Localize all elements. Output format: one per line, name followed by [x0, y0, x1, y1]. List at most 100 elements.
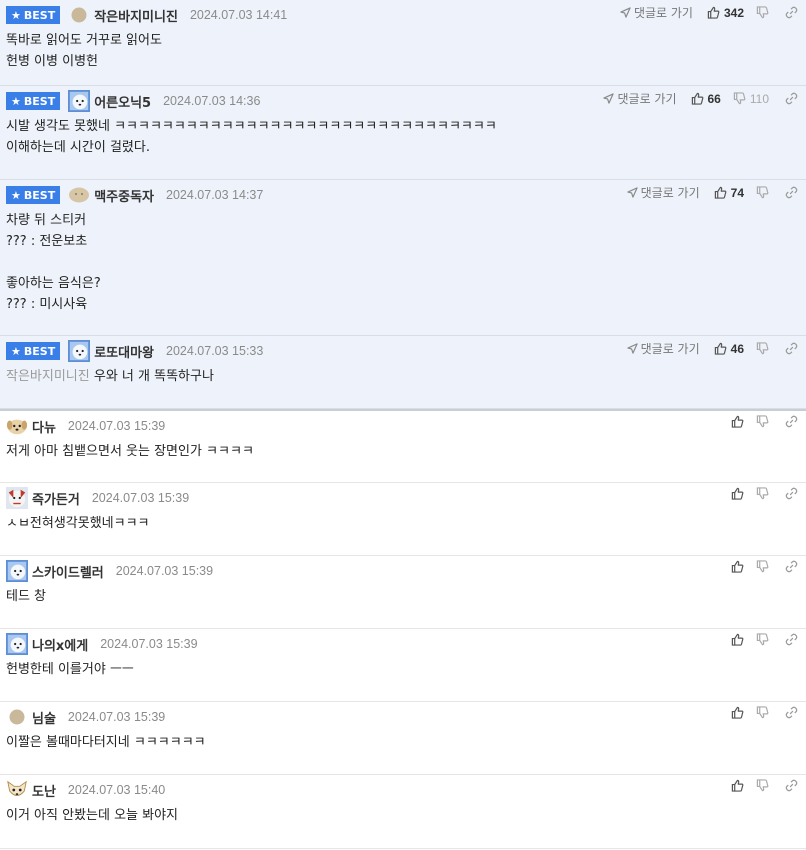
- dislike-button[interactable]: [756, 487, 769, 500]
- dislike-button[interactable]: [756, 186, 769, 199]
- dislike-button[interactable]: [756, 706, 769, 719]
- dislike-button[interactable]: [756, 779, 769, 792]
- thumbs-down-icon: [756, 342, 769, 355]
- comment-item: 다뉴 2024.07.03 15:39 저게 아마 침뱉으면서 웃는 장면인가 ㅋㅋ…: [0, 411, 806, 483]
- send-icon: [626, 187, 641, 198]
- author-nickname[interactable]: 맥주중독자: [94, 186, 154, 205]
- thumbs-down-icon: [756, 779, 769, 792]
- avatar[interactable]: [68, 340, 91, 362]
- mention-nickname[interactable]: 작은바지미니진: [6, 369, 90, 384]
- comment-item: ★ BEST 어른오닉5 2024.07.03 14:36 댓글로 가기 66 110 시발 …: [0, 86, 806, 180]
- thumbs-up-icon: [731, 487, 744, 500]
- author-nickname[interactable]: 어른오닉5: [94, 92, 151, 111]
- author-nickname[interactable]: 님술: [32, 708, 56, 727]
- avatar[interactable]: [6, 779, 28, 801]
- like-button[interactable]: 66: [691, 92, 721, 106]
- link-icon: [785, 633, 798, 646]
- comment-actions: 댓글로 가기 342: [620, 4, 798, 21]
- dislike-button[interactable]: [756, 415, 769, 428]
- copy-link-button[interactable]: [785, 415, 798, 428]
- go-to-reply-link[interactable]: 댓글로 가기: [620, 4, 693, 21]
- like-count: 46: [730, 341, 744, 356]
- best-label: BEST: [23, 8, 56, 22]
- star-icon: ★: [11, 344, 21, 358]
- copy-link-button[interactable]: [785, 92, 798, 105]
- link-icon: [785, 706, 798, 719]
- go-to-reply-link[interactable]: 댓글로 가기: [603, 90, 677, 107]
- avatar[interactable]: [68, 184, 90, 206]
- like-button[interactable]: [731, 415, 744, 428]
- dislike-button[interactable]: [756, 6, 769, 19]
- go-to-reply-link[interactable]: 댓글로 가기: [626, 184, 700, 201]
- author-nickname[interactable]: 다뉴: [32, 417, 56, 436]
- send-icon: [626, 343, 641, 354]
- thumbs-down-icon: [733, 92, 746, 105]
- avatar[interactable]: [6, 415, 28, 437]
- dislike-button[interactable]: [756, 342, 769, 355]
- like-button[interactable]: [731, 560, 744, 573]
- comment-body: ㅅㅂ전혀생각못했네ㅋㅋㅋ: [0, 513, 806, 542]
- comment-actions: [717, 415, 798, 428]
- comment-item: ★ BEST 로또대마왕 2024.07.03 15:33 댓글로 가기 46 작은바지미니…: [0, 336, 806, 409]
- thumbs-up-icon: [731, 706, 744, 719]
- comment-body: 테드 창: [0, 586, 806, 615]
- copy-link-button[interactable]: [785, 706, 798, 719]
- author-nickname[interactable]: 도난: [32, 781, 56, 800]
- comment-date: 2024.07.03 14:36: [163, 94, 261, 108]
- dislike-button[interactable]: [756, 633, 769, 646]
- avatar[interactable]: [68, 90, 91, 112]
- author-nickname[interactable]: 즉가든거: [32, 489, 80, 508]
- copy-link-button[interactable]: [785, 186, 798, 199]
- copy-link-button[interactable]: [785, 779, 798, 792]
- like-button[interactable]: [731, 779, 744, 792]
- comment-header: 스카이드렐러 2024.07.03 15:39: [0, 556, 806, 586]
- like-button[interactable]: 342: [707, 6, 744, 20]
- dislike-button[interactable]: [756, 560, 769, 573]
- comment-date: 2024.07.03 15:39: [67, 419, 166, 433]
- like-button[interactable]: [731, 487, 744, 500]
- copy-link-button[interactable]: [785, 342, 798, 355]
- thumbs-up-icon: [691, 92, 704, 105]
- best-badge: ★ BEST: [6, 92, 61, 110]
- thumbs-down-icon: [756, 415, 769, 428]
- author-nickname[interactable]: 나의x에게: [32, 635, 88, 654]
- link-icon: [785, 342, 798, 355]
- avatar[interactable]: [6, 706, 28, 728]
- author-nickname[interactable]: 작은바지미니진: [94, 6, 178, 25]
- comment-list: ★ BEST 작은바지미니진 2024.07.03 14:41 댓글로 가기 342 똑바로…: [0, 0, 806, 849]
- comment-actions: [717, 633, 798, 646]
- avatar[interactable]: [6, 633, 28, 655]
- comment-text: 시발 생각도 못했네 ㅋㅋㅋㅋㅋㅋㅋㅋㅋㅋㅋㅋㅋㅋㅋㅋㅋㅋㅋㅋㅋㅋㅋㅋㅋㅋㅋㅋㅋ…: [6, 119, 497, 155]
- comment-body: 똑바로 읽어도 거꾸로 읽어도 헌병 이병 이병헌: [0, 30, 806, 80]
- link-icon: [785, 779, 798, 792]
- copy-link-button[interactable]: [785, 6, 798, 19]
- comment-item: ★ BEST 작은바지미니진 2024.07.03 14:41 댓글로 가기 342 똑바로…: [0, 0, 806, 86]
- like-button[interactable]: 74: [714, 186, 744, 200]
- comment-body: 차량 뒤 스티커 ??? : 전운보초 좋아하는 음식은? ??? : 미시사육: [0, 210, 806, 323]
- copy-link-button[interactable]: [785, 560, 798, 573]
- like-button[interactable]: [731, 633, 744, 646]
- comment-header: 님술 2024.07.03 15:39: [0, 702, 806, 732]
- thumbs-up-icon: [731, 560, 744, 573]
- thumbs-down-icon: [756, 487, 769, 500]
- comment-header: 도난 2024.07.03 15:40: [0, 775, 806, 805]
- like-button[interactable]: [731, 706, 744, 719]
- comment-text: ㅅㅂ전혀생각못했네ㅋㅋㅋ: [6, 516, 150, 531]
- avatar[interactable]: [6, 560, 28, 582]
- go-to-reply-link[interactable]: 댓글로 가기: [626, 340, 700, 357]
- like-button[interactable]: 46: [714, 342, 744, 356]
- copy-link-button[interactable]: [785, 487, 798, 500]
- comment-item: 님술 2024.07.03 15:39 이짤은 볼때마다터지네 ㅋㅋㅋㅋㅋㅋ: [0, 702, 806, 775]
- author-nickname[interactable]: 로또대마왕: [94, 342, 154, 361]
- copy-link-button[interactable]: [785, 633, 798, 646]
- comment-text: 똑바로 읽어도 거꾸로 읽어도 헌병 이병 이병헌: [6, 33, 162, 69]
- avatar[interactable]: [6, 487, 28, 509]
- comment-item: ★ BEST 맥주중독자 2024.07.03 14:37 댓글로 가기 74 차량 뒤 스…: [0, 180, 806, 336]
- author-nickname[interactable]: 스카이드렐러: [32, 562, 104, 581]
- comment-item: 나의x에게 2024.07.03 15:39 헌병한테 이를거야 ㅡㅡ: [0, 629, 806, 702]
- go-to-reply-label: 댓글로 가기: [640, 342, 700, 356]
- avatar[interactable]: [68, 4, 90, 26]
- comment-actions: [717, 487, 798, 500]
- dislike-button[interactable]: 110: [733, 92, 769, 106]
- like-count: 66: [707, 91, 721, 106]
